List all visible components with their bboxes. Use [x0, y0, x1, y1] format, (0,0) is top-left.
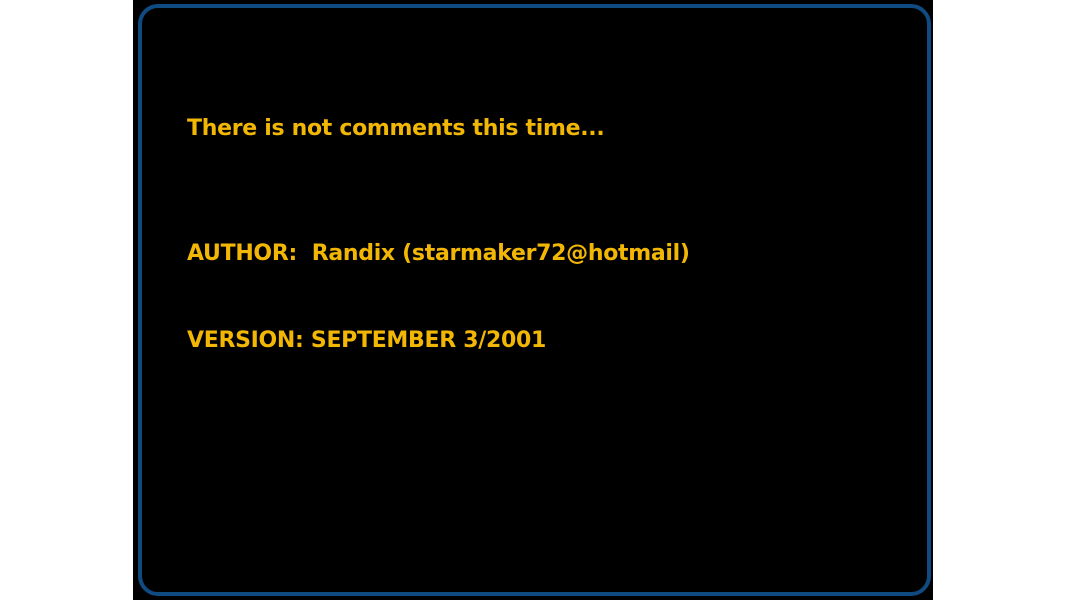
- version-text: VERSION: SEPTEMBER 3/2001: [187, 328, 546, 353]
- info-text-block: There is not comments this time... AUTHO…: [187, 60, 690, 409]
- display-screen: There is not comments this time... AUTHO…: [133, 0, 933, 600]
- author-text: AUTHOR: Randix (starmaker72@hotmail): [187, 241, 690, 266]
- screen-frame: There is not comments this time... AUTHO…: [138, 4, 931, 596]
- comment-text: There is not comments this time...: [187, 116, 605, 141]
